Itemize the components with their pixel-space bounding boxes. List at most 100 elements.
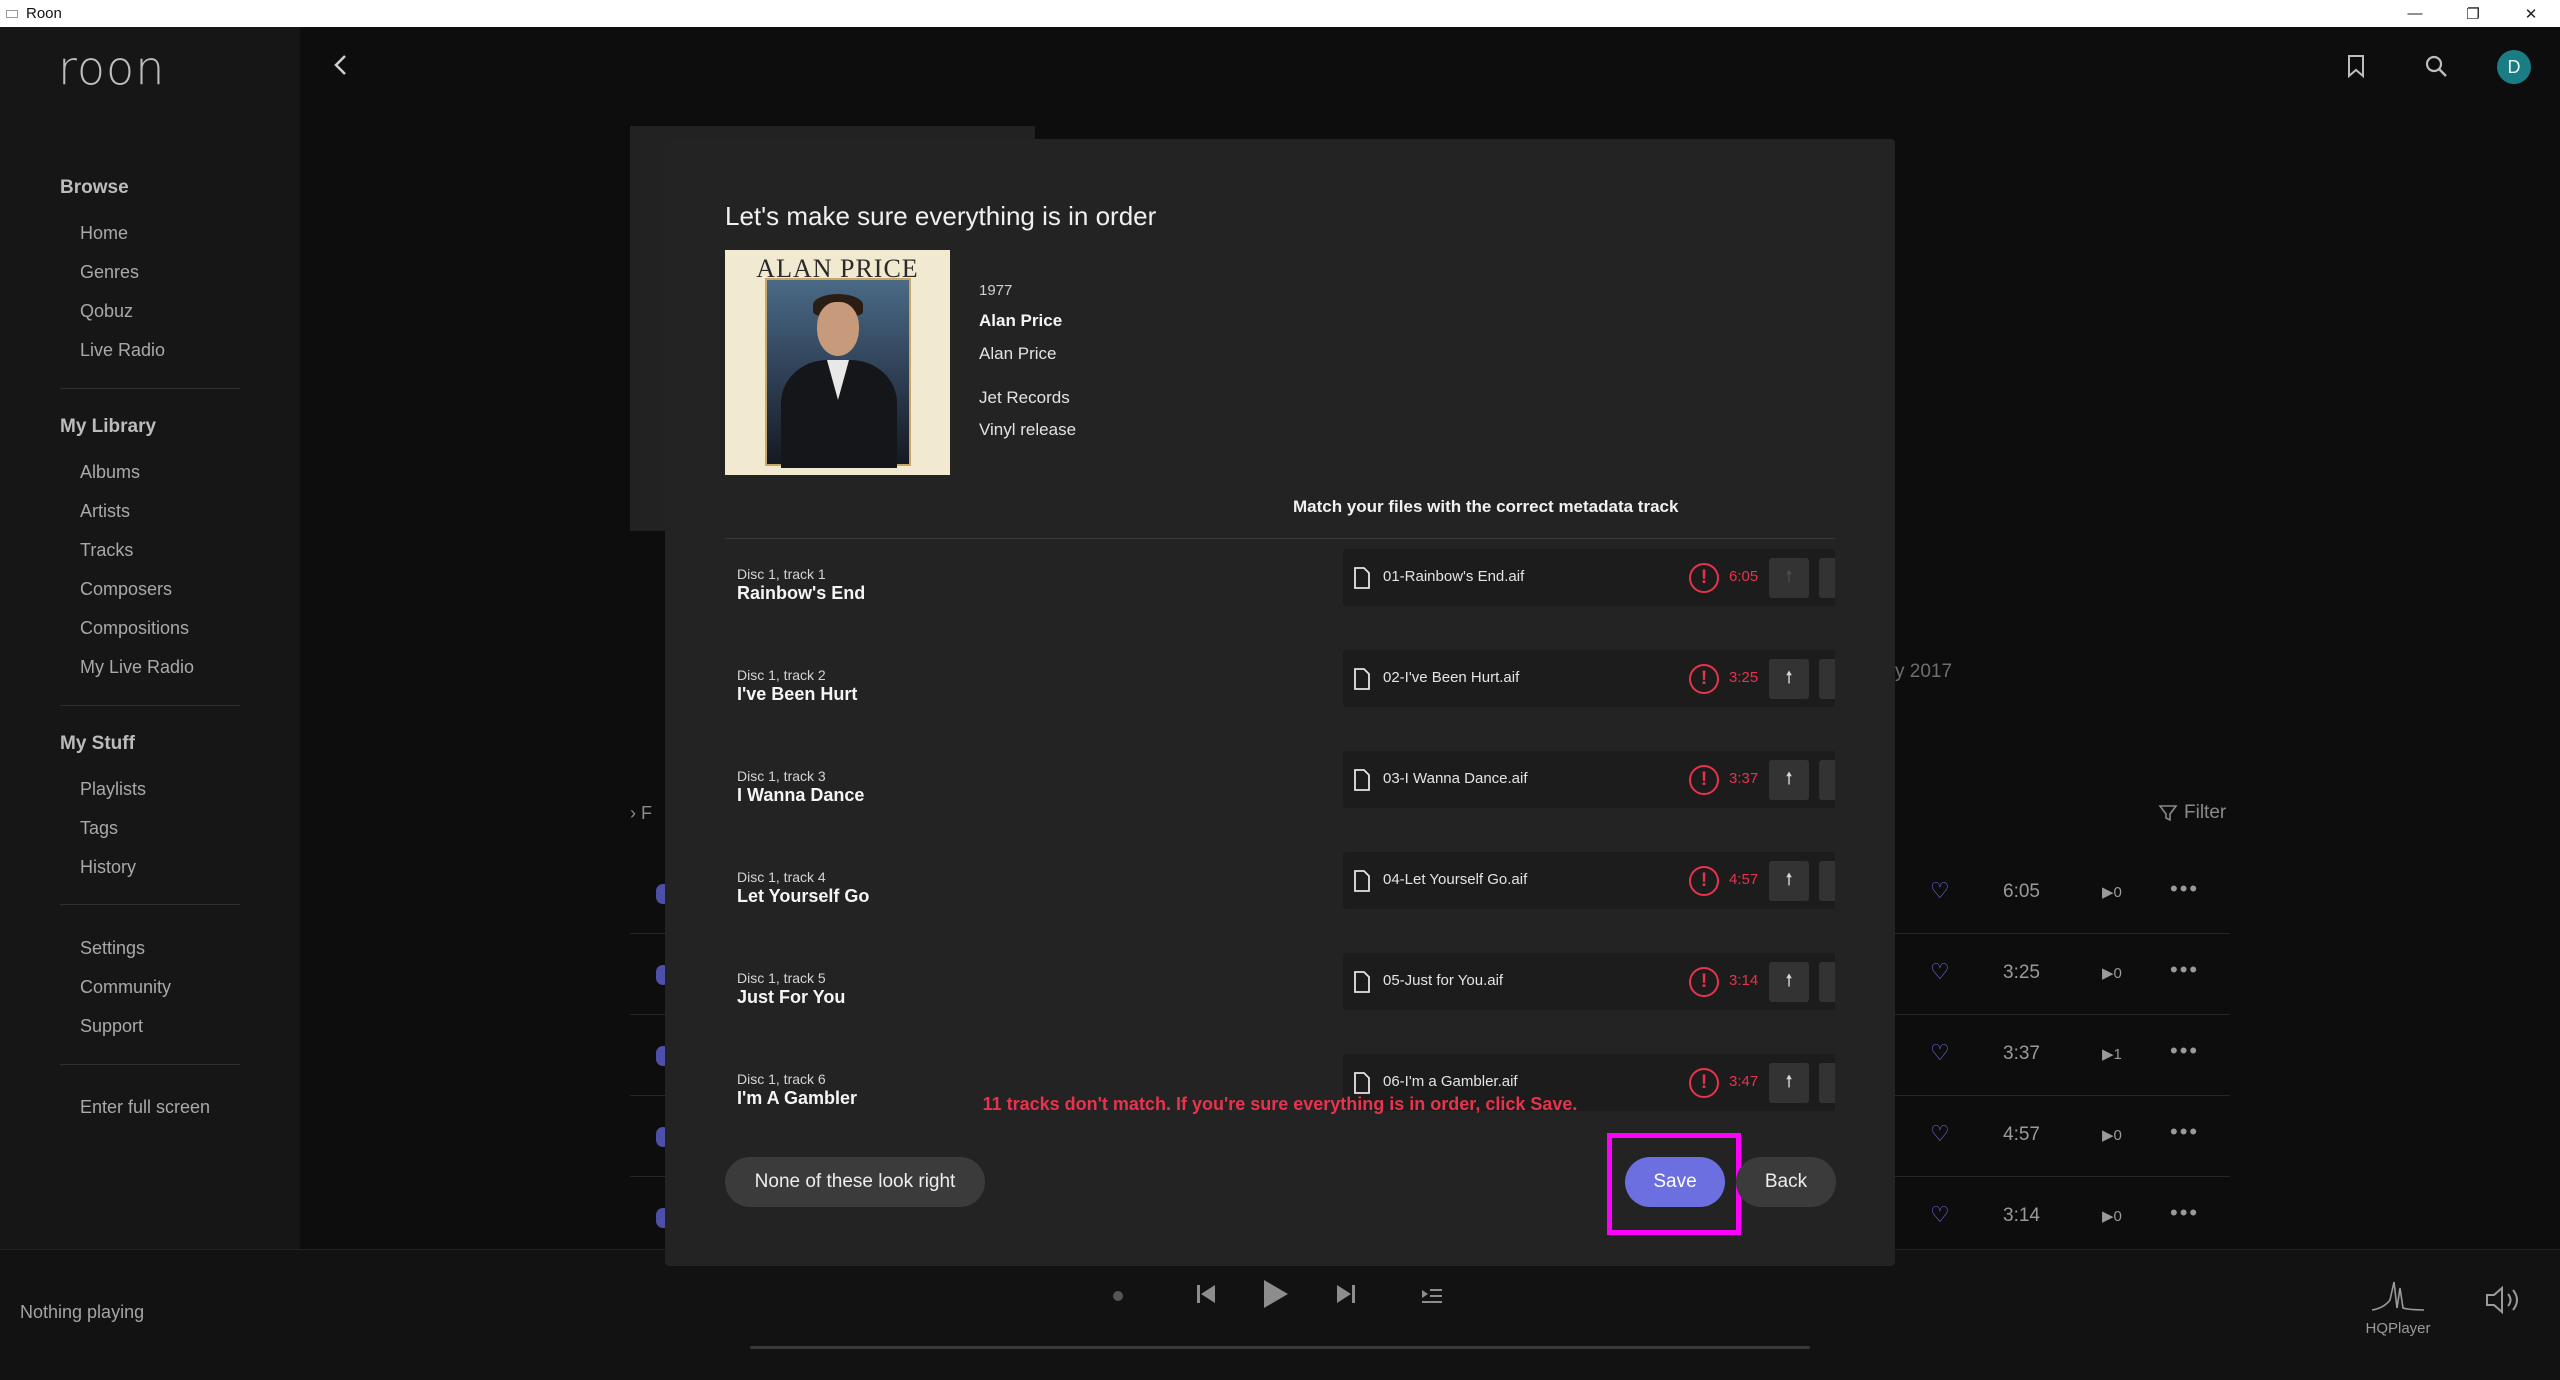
section-browse: Browse	[60, 177, 129, 198]
play-icon[interactable]	[1260, 1278, 1290, 1310]
track-duration: 4:57	[2003, 1124, 2040, 1145]
none-look-right-button[interactable]: None of these look right	[725, 1157, 985, 1207]
heart-icon[interactable]: ♡	[1930, 1121, 1950, 1147]
app-icon	[6, 9, 18, 18]
sidebar-divider	[60, 904, 240, 905]
save-button[interactable]: Save	[1625, 1157, 1725, 1207]
track-number: Disc 1, track 3	[737, 768, 826, 784]
track-duration: 3:37	[2003, 1043, 2040, 1064]
next-track-icon[interactable]	[1334, 1282, 1358, 1306]
sidebar-item-support[interactable]: Support	[80, 1016, 143, 1037]
sidebar-item-tracks[interactable]: Tracks	[80, 540, 133, 561]
match-header: Match your files with the correct metada…	[1293, 497, 1679, 516]
file-name: 06-I'm a Gambler.aif	[1383, 1073, 1518, 1090]
track-number: Disc 1, track 2	[737, 667, 826, 683]
filter-icon	[2158, 805, 2178, 822]
sidebar-item-albums[interactable]: Albums	[80, 462, 140, 483]
move-down-button[interactable]: 🠗	[1819, 659, 1835, 699]
more-options-icon[interactable]: •••	[2170, 876, 2199, 902]
sidebar-divider	[60, 1064, 240, 1065]
filter-button[interactable]: Filter	[2158, 802, 2226, 824]
back-chevron-icon[interactable]	[330, 52, 352, 78]
more-options-icon[interactable]: •••	[2170, 1200, 2199, 1226]
sidebar-item-qobuz[interactable]: Qobuz	[80, 301, 133, 322]
file-name: 04-Let Yourself Go.aif	[1383, 871, 1528, 888]
file-match: 05-Just for You.aif ! 3:14 🠕 🠗	[1343, 953, 1835, 1010]
move-down-button[interactable]: 🠗	[1819, 861, 1835, 901]
list-item: Disc 1, track 3 I Wanna Dance 03-I Wanna…	[725, 741, 1835, 842]
sidebar-item-playlists[interactable]: Playlists	[80, 779, 146, 800]
enter-full-screen-link[interactable]: Enter full screen	[80, 1097, 210, 1118]
sidebar-item-community[interactable]: Community	[80, 977, 171, 998]
file-icon	[1354, 668, 1370, 690]
sidebar-item-artists[interactable]: Artists	[80, 501, 130, 522]
track-title: I've Been Hurt	[737, 684, 858, 704]
move-down-button[interactable]: 🠗	[1819, 760, 1835, 800]
sidebar-item-genres[interactable]: Genres	[80, 262, 139, 283]
avatar[interactable]: D	[2497, 50, 2531, 84]
sidebar-item-live-radio[interactable]: Live Radio	[80, 340, 165, 361]
sidebar-item-composers[interactable]: Composers	[80, 579, 172, 600]
sidebar-item-compositions[interactable]: Compositions	[80, 618, 189, 639]
mismatch-warning: 11 tracks don't match. If you're sure ev…	[982, 1094, 1578, 1114]
heart-icon[interactable]: ♡	[1930, 959, 1950, 985]
file-match: 02-I've Been Hurt.aif ! 3:25 🠕 🠗	[1343, 650, 1835, 707]
move-up-button[interactable]: 🠕	[1769, 861, 1809, 901]
bookmark-icon[interactable]	[2342, 52, 2370, 80]
file-icon	[1354, 971, 1370, 993]
file-duration: 3:37	[1729, 770, 1759, 787]
heart-icon[interactable]: ♡	[1930, 878, 1950, 904]
file-icon	[1354, 1072, 1370, 1094]
sidebar-divider	[60, 388, 240, 389]
more-options-icon[interactable]: •••	[2170, 957, 2199, 983]
move-up-button[interactable]: 🠕	[1769, 760, 1809, 800]
volume-icon[interactable]	[2483, 1284, 2523, 1321]
move-down-button[interactable]: 🠗	[1819, 962, 1835, 1002]
roon-logo[interactable]: roon	[58, 41, 165, 95]
track-title: Rainbow's End	[737, 583, 866, 603]
track-number: Disc 1, track 5	[737, 970, 826, 986]
heart-icon[interactable]: ♡	[1930, 1040, 1950, 1066]
album-cover: ALAN PRICE	[725, 250, 950, 475]
metadata-match-dialog: Let's make sure everything is in order A…	[665, 139, 1895, 1266]
sidebar-item-my-live-radio[interactable]: My Live Radio	[80, 657, 194, 678]
move-down-button[interactable]: 🠗	[1819, 558, 1835, 598]
file-match: 04-Let Yourself Go.aif ! 4:57 🠕 🠗	[1343, 852, 1835, 909]
queue-icon[interactable]	[1420, 1286, 1444, 1306]
search-icon[interactable]	[2422, 52, 2450, 80]
minimize-button[interactable]: —	[2386, 0, 2444, 27]
track-duration: 3:14	[2003, 1205, 2040, 1226]
back-button[interactable]: Back	[1736, 1157, 1836, 1207]
previous-track-icon[interactable]	[1194, 1282, 1218, 1306]
sidebar: roon Browse Home Genres Qobuz Live Radio…	[0, 27, 300, 1249]
list-item: Disc 1, track 5 Just For You 05-Just for…	[725, 943, 1835, 1044]
now-playing-text: Nothing playing	[20, 1302, 145, 1322]
move-up-button[interactable]: 🠕	[1769, 558, 1809, 598]
play-count: ▶0	[2102, 1208, 2122, 1225]
zone-selector[interactable]: HQPlayer	[2362, 1278, 2434, 1337]
sidebar-item-settings[interactable]: Settings	[80, 938, 145, 959]
sidebar-divider	[60, 705, 240, 706]
track-duration: 3:25	[2003, 962, 2040, 983]
window-title: Roon	[26, 5, 62, 22]
close-button[interactable]: ✕	[2502, 0, 2560, 27]
seek-bar[interactable]	[750, 1346, 1810, 1349]
track-match-list[interactable]: Disc 1, track 1 Rainbow's End 01-Rainbow…	[725, 539, 1835, 1233]
move-up-button[interactable]: 🠕	[1769, 659, 1809, 699]
file-name: 02-I've Been Hurt.aif	[1383, 669, 1520, 686]
sidebar-item-home[interactable]: Home	[80, 223, 128, 244]
more-options-icon[interactable]: •••	[2170, 1119, 2199, 1145]
section-my-library: My Library	[60, 416, 157, 437]
expand-chevron-icon[interactable]: › F	[630, 803, 652, 824]
sidebar-item-history[interactable]: History	[80, 857, 136, 878]
sidebar-item-tags[interactable]: Tags	[80, 818, 118, 839]
restore-button[interactable]: ❐	[2444, 0, 2502, 27]
file-duration: 4:57	[1729, 871, 1759, 888]
more-options-icon[interactable]: •••	[2170, 1038, 2199, 1064]
album-title: Alan Price	[979, 311, 1063, 330]
volume-dot-icon	[1112, 1290, 1124, 1302]
window-titlebar: Roon — ❐ ✕	[0, 0, 2560, 27]
heart-icon[interactable]: ♡	[1930, 1202, 1950, 1228]
album-artist: Alan Price	[979, 344, 1057, 363]
move-up-button[interactable]: 🠕	[1769, 962, 1809, 1002]
